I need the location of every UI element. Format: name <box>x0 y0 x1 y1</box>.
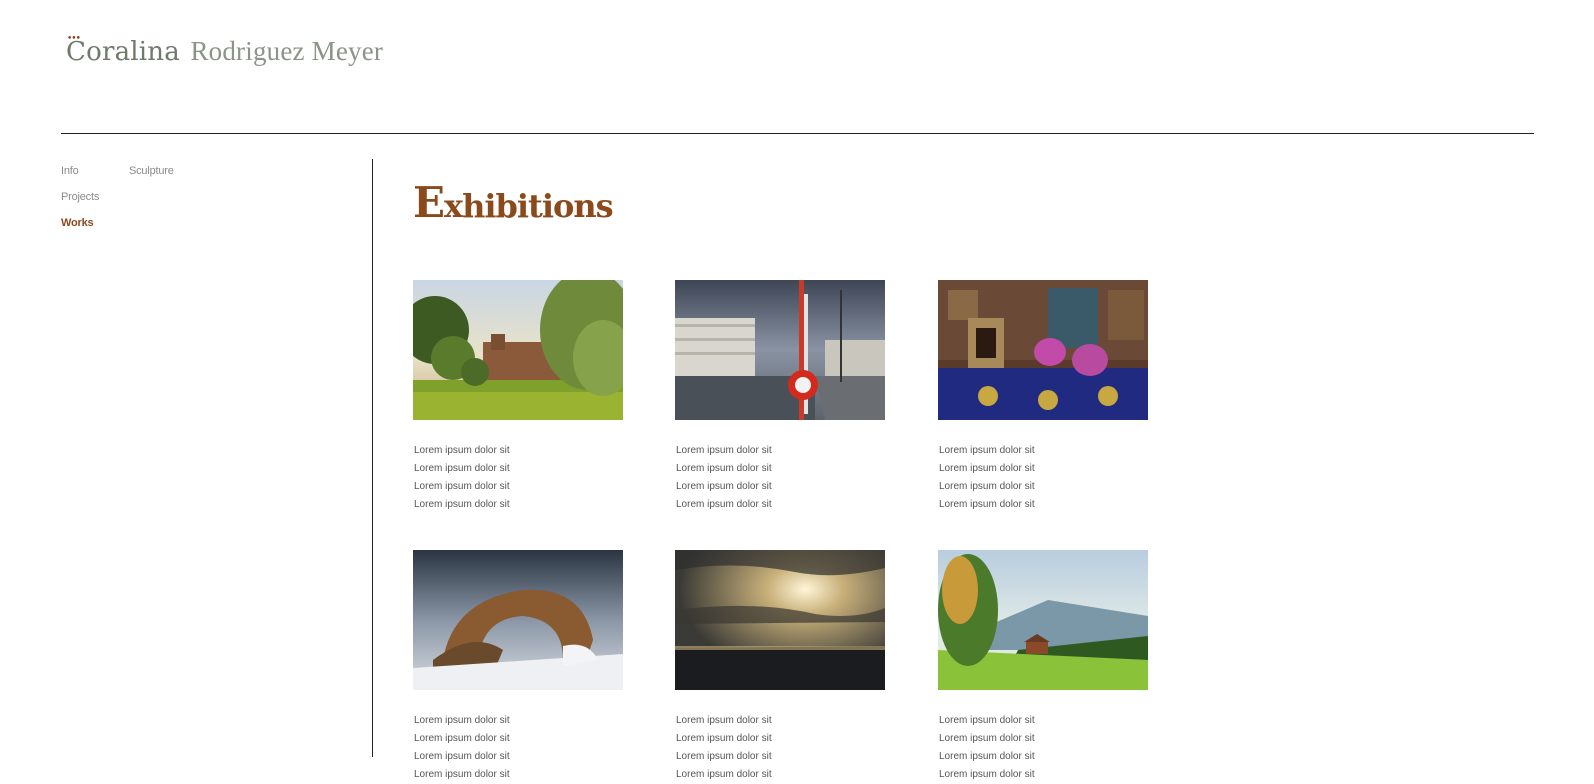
secondary-nav: Sculpture <box>129 158 174 184</box>
exhibition-card[interactable]: Lorem ipsum dolor sit Lorem ipsum dolor … <box>413 280 623 510</box>
caption-line: Lorem ipsum dolor sit <box>939 715 1035 726</box>
caption-line: Lorem ipsum dolor sit <box>414 733 510 744</box>
caption-line: Lorem ipsum dolor sit <box>939 463 1035 474</box>
exhibition-caption: Lorem ipsum dolor sit Lorem ipsum dolor … <box>414 712 510 784</box>
exhibition-card[interactable]: Lorem ipsum dolor sit Lorem ipsum dolor … <box>938 280 1148 510</box>
exhibition-caption: Lorem ipsum dolor sit Lorem ipsum dolor … <box>414 442 510 514</box>
exhibition-card[interactable]: Lorem ipsum dolor sit Lorem ipsum dolor … <box>675 550 885 780</box>
caption-line: Lorem ipsum dolor sit <box>676 751 772 762</box>
caption-line: Lorem ipsum dolor sit <box>676 733 772 744</box>
caption-line: Lorem ipsum dolor sit <box>414 751 510 762</box>
exhibition-card[interactable]: Lorem ipsum dolor sit Lorem ipsum dolor … <box>413 550 623 780</box>
caption-line: Lorem ipsum dolor sit <box>676 715 772 726</box>
exhibition-image-park[interactable] <box>413 280 623 420</box>
header-divider <box>61 133 1534 134</box>
exhibition-image-sea-sunrays[interactable] <box>675 550 885 690</box>
nav-item-sculpture[interactable]: Sculpture <box>129 158 174 184</box>
caption-line: Lorem ipsum dolor sit <box>676 769 772 780</box>
exhibition-card[interactable]: Lorem ipsum dolor sit Lorem ipsum dolor … <box>938 550 1148 780</box>
exhibition-caption: Lorem ipsum dolor sit Lorem ipsum dolor … <box>939 442 1035 514</box>
caption-line: Lorem ipsum dolor sit <box>676 481 772 492</box>
nav-item-works[interactable]: Works <box>61 210 99 236</box>
caption-line: Lorem ipsum dolor sit <box>414 769 510 780</box>
exhibition-image-rock-arch[interactable] <box>413 550 623 690</box>
logo-first-name: ••• Coralina <box>66 34 180 68</box>
exhibition-card[interactable]: Lorem ipsum dolor sit Lorem ipsum dolor … <box>675 280 885 510</box>
caption-line: Lorem ipsum dolor sit <box>939 445 1035 456</box>
caption-line: Lorem ipsum dolor sit <box>414 499 510 510</box>
caption-line: Lorem ipsum dolor sit <box>939 769 1035 780</box>
caption-line: Lorem ipsum dolor sit <box>939 733 1035 744</box>
exhibition-caption: Lorem ipsum dolor sit Lorem ipsum dolor … <box>676 442 772 514</box>
logo-last-name: Rodriguez Meyer <box>190 36 384 66</box>
caption-line: Lorem ipsum dolor sit <box>414 463 510 474</box>
exhibition-caption: Lorem ipsum dolor sit Lorem ipsum dolor … <box>676 712 772 784</box>
caption-line: Lorem ipsum dolor sit <box>676 445 772 456</box>
caption-line: Lorem ipsum dolor sit <box>414 445 510 456</box>
nav-item-projects[interactable]: Projects <box>61 184 99 210</box>
sidebar-divider <box>372 159 373 757</box>
exhibition-caption: Lorem ipsum dolor sit Lorem ipsum dolor … <box>939 712 1035 784</box>
site-logo[interactable]: ••• Coralina Rodriguez Meyer <box>66 34 384 68</box>
page-title: Exhibitions <box>413 178 614 227</box>
exhibition-image-alpine-meadow[interactable] <box>938 550 1148 690</box>
caption-line: Lorem ipsum dolor sit <box>939 481 1035 492</box>
nav-item-info[interactable]: Info <box>61 158 99 184</box>
primary-nav: Info Projects Works <box>61 158 99 236</box>
caption-line: Lorem ipsum dolor sit <box>414 481 510 492</box>
exhibition-image-canal[interactable] <box>675 280 885 420</box>
caption-line: Lorem ipsum dolor sit <box>676 499 772 510</box>
logo-dots: ••• <box>67 34 81 44</box>
exhibition-image-interior[interactable] <box>938 280 1148 420</box>
caption-line: Lorem ipsum dolor sit <box>676 463 772 474</box>
caption-line: Lorem ipsum dolor sit <box>939 751 1035 762</box>
caption-line: Lorem ipsum dolor sit <box>939 499 1035 510</box>
caption-line: Lorem ipsum dolor sit <box>414 715 510 726</box>
